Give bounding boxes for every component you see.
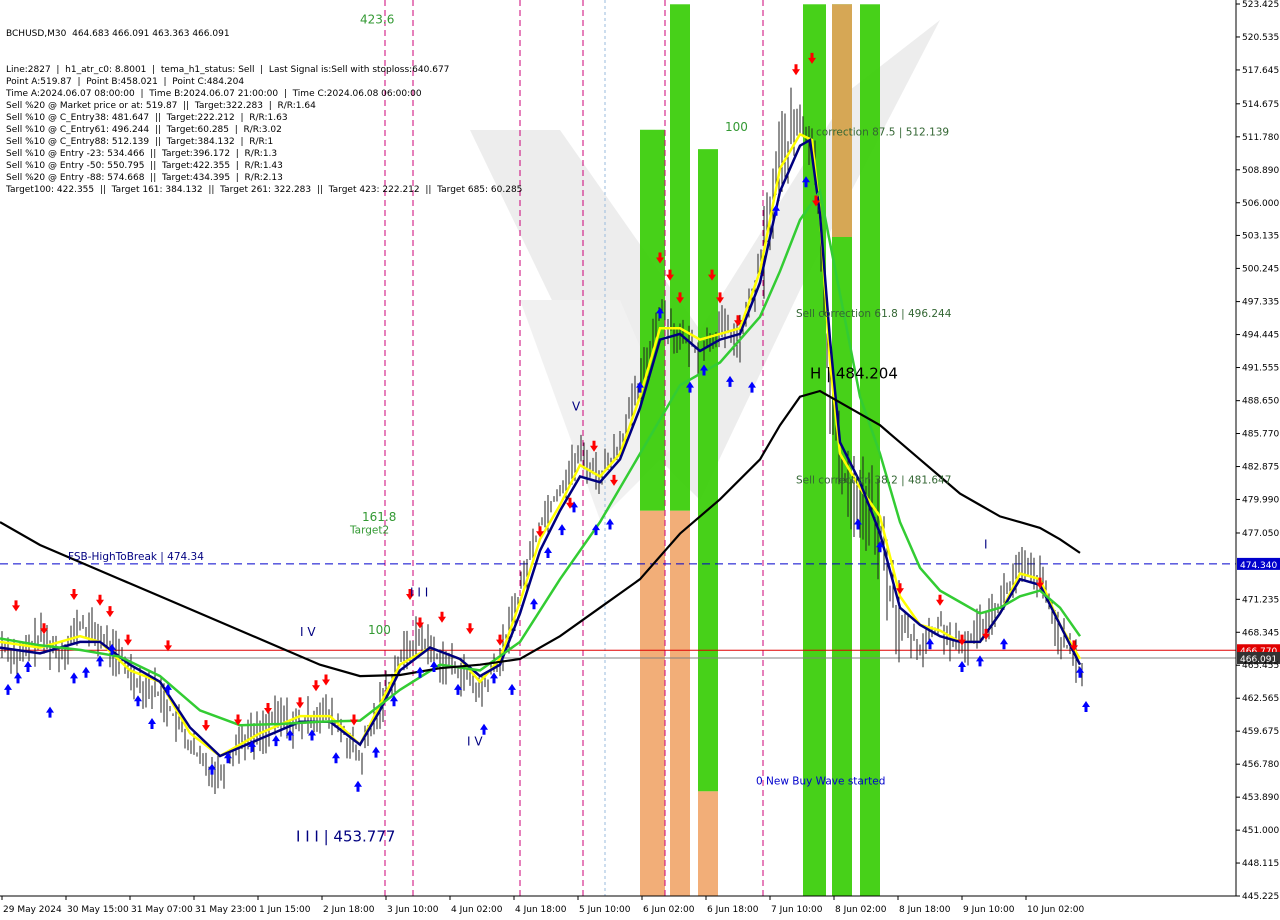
y-tick-label: 453.890 <box>1242 793 1279 803</box>
x-tick-label: 3 Jun 10:00 <box>387 905 439 915</box>
info-line: Sell %10 @ Entry -23: 534.466 || Target:… <box>6 149 278 159</box>
y-tick-label: 511.780 <box>1242 133 1279 143</box>
x-tick-label: 7 Jun 10:00 <box>771 905 823 915</box>
y-tick-label: 514.675 <box>1242 100 1279 110</box>
info-line: Sell %10 @ Entry -50: 550.795 || Target:… <box>6 161 283 171</box>
x-tick-label: 1 Jun 15:00 <box>259 905 311 915</box>
chart-annotation: correction 87.5 | 512.139 <box>816 126 949 138</box>
x-tick-label: 29 May 2024 <box>3 905 62 915</box>
y-tick-label: 468.345 <box>1242 628 1279 638</box>
chart-annotation: 0 New Buy Wave started <box>756 776 885 788</box>
chart-annotation: I V <box>467 735 483 749</box>
x-tick-label: 6 Jun 02:00 <box>643 905 695 915</box>
x-tick-label: 2 Jun 18:00 <box>323 905 375 915</box>
chart-annotation: I I I <box>410 585 428 599</box>
y-tick-label: 485.770 <box>1242 430 1279 440</box>
x-tick-label: 4 Jun 18:00 <box>515 905 567 915</box>
y-tick-label: 465.455 <box>1242 661 1279 671</box>
x-tick-label: 6 Jun 18:00 <box>707 905 759 915</box>
y-tick-label: 479.990 <box>1242 495 1279 505</box>
orange-signal-bar <box>670 510 690 897</box>
chart-annotation: I V <box>300 625 316 639</box>
chart-annotation: 161.8 <box>362 510 396 524</box>
y-tick-label: 488.650 <box>1242 397 1279 407</box>
y-tick-label: 477.050 <box>1242 529 1279 539</box>
orange-signal-bar <box>640 510 665 897</box>
y-tick-label: 517.645 <box>1242 66 1279 76</box>
chart-annotation: I I I | 453.777 <box>296 828 395 846</box>
chart-annotation: H | 484.204 <box>810 364 898 382</box>
chart-annotation: FSB-HighToBreak | 474.34 <box>68 551 204 563</box>
chart-annotation: 100 <box>368 623 391 637</box>
y-tick-label: 451.000 <box>1242 826 1279 836</box>
chart-annotation: Sell correction 61.8 | 496.244 <box>796 308 952 320</box>
y-tick-label: 459.675 <box>1242 727 1279 737</box>
y-tick-label: 445.225 <box>1242 892 1279 902</box>
x-tick-label: 10 Jun 02:00 <box>1027 905 1084 915</box>
y-tick-label: 448.115 <box>1242 859 1279 869</box>
info-line: Sell %10 @ C_Entry61: 496.244 || Target:… <box>6 125 282 135</box>
y-tick-label: 497.335 <box>1242 298 1279 308</box>
y-tick-label: 500.245 <box>1242 264 1279 274</box>
green-signal-bar <box>698 149 718 792</box>
x-tick-label: 8 Jun 18:00 <box>899 905 951 915</box>
x-tick-label: 31 May 23:00 <box>195 905 257 915</box>
price-tag-label: 474.340 <box>1240 561 1277 571</box>
info-line: Sell %10 @ C_Entry38: 481.647 || Target:… <box>6 113 288 123</box>
y-tick-label: 508.890 <box>1242 166 1279 176</box>
indicator-info-panel: BCHUSD,M30 464.683 466.091 463.363 466.0… <box>6 4 522 195</box>
orange-signal-bar <box>698 791 718 897</box>
orange-signal-bar <box>832 4 852 237</box>
x-tick-label: 5 Jun 10:00 <box>579 905 631 915</box>
info-line: Line:2827 | h1_atr_c0: 8.8001 | tema_h1_… <box>6 65 450 75</box>
y-tick-label: 471.235 <box>1242 595 1279 605</box>
info-line: Sell %20 @ Market price or at: 519.87 ||… <box>6 101 316 111</box>
symbol-ohlc-line: BCHUSD,M30 464.683 466.091 463.363 466.0… <box>6 29 230 39</box>
y-tick-label: 491.555 <box>1242 364 1279 374</box>
info-line: Time A:2024.06.07 08:00:00 | Time B:2024… <box>6 89 422 99</box>
info-line: Point A:519.87 | Point B:458.021 | Point… <box>6 77 245 87</box>
x-tick-label: 8 Jun 02:00 <box>835 905 887 915</box>
chart-annotation: V <box>572 399 581 413</box>
y-tick-label: 462.565 <box>1242 694 1279 704</box>
y-tick-label: 506.000 <box>1242 199 1279 209</box>
chart-annotation: I <box>984 537 988 551</box>
y-tick-label: 503.135 <box>1242 231 1279 241</box>
green-signal-bar <box>670 4 690 511</box>
chart-annotation: Sell correction 38.2 | 481.647 <box>796 474 951 486</box>
chart-annotation: 100 <box>725 120 748 134</box>
chart-annotation: Target2 <box>349 525 389 537</box>
x-tick-label: 31 May 07:00 <box>131 905 193 915</box>
y-tick-label: 523.425 <box>1242 0 1279 10</box>
info-line: Target100: 422.355 || Target 161: 384.13… <box>6 185 523 195</box>
info-line: Sell %10 @ C_Entry88: 512.139 || Target:… <box>6 137 274 147</box>
y-tick-label: 456.780 <box>1242 760 1279 770</box>
y-tick-label: 482.875 <box>1242 463 1279 473</box>
y-tick-label: 494.445 <box>1242 331 1279 341</box>
x-tick-label: 30 May 15:00 <box>67 905 129 915</box>
y-tick-label: 520.535 <box>1242 33 1279 43</box>
x-tick-label: 4 Jun 02:00 <box>451 905 503 915</box>
info-line: Sell %20 @ Entry -88: 574.668 || Target:… <box>6 173 283 183</box>
x-tick-label: 9 Jun 10:00 <box>963 905 1015 915</box>
